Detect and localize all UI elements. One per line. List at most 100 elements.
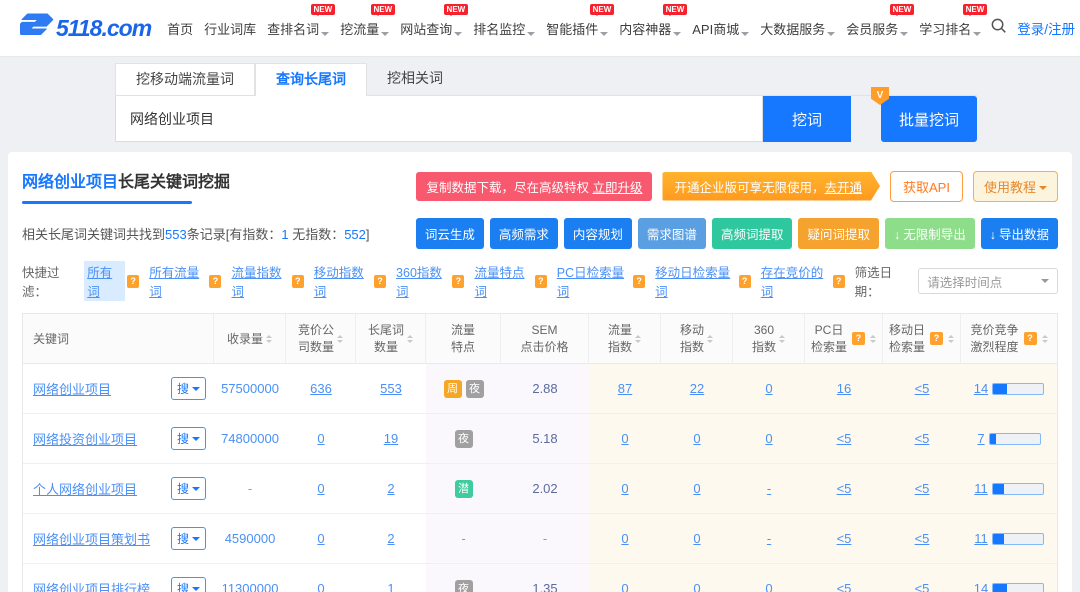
index-360-link[interactable]: 0 [765,381,772,396]
longtail-count-link[interactable]: 553 [380,381,402,396]
nav-item-learn-ranking[interactable]: 学习排名NEW [917,15,983,42]
sort-icon[interactable] [779,332,785,346]
nav-item-api-mall[interactable]: API商城 [690,15,751,42]
pc-daily-link[interactable]: <5 [837,531,852,546]
row-search-button[interactable]: 搜 [171,527,206,550]
competition-link[interactable]: 7 [977,431,984,446]
pc-daily-link[interactable]: <5 [837,431,852,446]
flow-index-link[interactable]: 0 [621,531,628,546]
mobile-index-link[interactable]: 0 [693,581,700,592]
unlimited-export-button[interactable]: ↓无限制导出 [885,218,975,249]
competition-link[interactable]: 11 [974,481,988,496]
row-search-button[interactable]: 搜 [171,577,206,592]
help-icon[interactable]: ? [535,275,547,288]
filter-mobile-index-words[interactable]: 移动指数词 [314,262,372,300]
nav-item-bigdata-service[interactable]: 大数据服务 [758,15,837,42]
row-search-button[interactable]: 搜 [171,477,206,500]
batch-dig-button[interactable]: 批量挖词 [881,96,977,142]
tab-dig-related-words[interactable]: 挖相关词 [367,63,463,95]
nav-item-site-query[interactable]: 网站查询NEW [398,15,464,42]
bid-companies-link[interactable]: 636 [310,381,332,396]
bid-companies-link[interactable]: 0 [317,531,324,546]
filter-pc-daily-words[interactable]: PC日检索量词 [557,262,631,300]
help-icon[interactable]: ? [374,275,386,288]
sort-icon[interactable] [948,332,954,346]
index-360-link[interactable]: 0 [765,431,772,446]
mobile-index-link[interactable]: 0 [693,431,700,446]
flow-index-link[interactable]: 0 [621,481,628,496]
export-data-button[interactable]: ↓导出数据 [981,218,1058,249]
pc-daily-link[interactable]: 16 [837,381,851,396]
keyword-link[interactable]: 网络创业项目排行榜 [33,579,150,592]
wordcloud-button[interactable]: 词云生成 [416,218,484,249]
filter-all-words[interactable]: 所有词 [84,261,125,301]
tutorial-button[interactable]: 使用教程 [973,171,1058,202]
mobile-index-link[interactable]: 22 [690,381,704,396]
mobile-index-link[interactable]: 0 [693,531,700,546]
demand-map-button[interactable]: 需求图谱 [638,218,706,249]
flow-index-link[interactable]: 0 [621,581,628,592]
row-search-button[interactable]: 搜 [171,377,206,400]
pc-daily-link[interactable]: <5 [837,581,852,592]
help-icon[interactable]: ? [1024,332,1037,345]
nav-item-membership[interactable]: 会员服务NEW [844,15,910,42]
mobile-daily-link[interactable]: <5 [915,481,930,496]
pc-daily-link[interactable]: <5 [837,481,852,496]
competition-link[interactable]: 11 [974,531,988,546]
longtail-count-link[interactable]: 1 [387,581,394,592]
help-icon[interactable]: ? [209,275,221,288]
login-register-link[interactable]: 登录/注册 [1017,18,1075,38]
nav-item-smart-plugin[interactable]: 智能插件NEW [544,15,610,42]
sort-icon[interactable] [266,332,272,346]
bid-companies-link[interactable]: 0 [317,481,324,496]
sort-icon[interactable] [1042,332,1048,346]
enterprise-open-link[interactable]: 去开通 [825,181,863,195]
flow-index-link[interactable]: 0 [621,431,628,446]
flow-index-link[interactable]: 87 [618,381,632,396]
help-icon[interactable]: ? [852,332,865,345]
logo[interactable]: 5118.com [20,13,151,43]
competition-link[interactable]: 14 [974,581,988,592]
mobile-daily-link[interactable]: <5 [915,431,930,446]
keyword-input[interactable] [115,96,763,142]
nav-item-content-tool[interactable]: 内容神器NEW [617,15,683,42]
date-select[interactable]: 请选择时间点 [918,268,1058,294]
keyword-link[interactable]: 网络投资创业项目 [33,429,137,448]
high-freq-extract-button[interactable]: 高频词提取 [712,218,793,249]
help-icon[interactable]: ? [930,332,943,345]
keyword-link[interactable]: 个人网络创业项目 [33,479,137,498]
nav-item-home[interactable]: 首页 [165,15,195,42]
nav-item-rank-monitor[interactable]: 排名监控 [471,15,537,42]
nav-item-dig-traffic[interactable]: 挖流量NEW [338,15,391,42]
longtail-count-link[interactable]: 19 [384,431,398,446]
bid-companies-link[interactable]: 0 [317,581,324,592]
high-freq-demand-button[interactable]: 高频需求 [490,218,558,249]
help-icon[interactable]: ? [127,275,139,288]
filter-360-index-words[interactable]: 360指数词 [396,262,450,300]
help-icon[interactable]: ? [633,275,645,288]
help-icon[interactable]: ? [452,275,464,288]
help-icon[interactable]: ? [292,275,304,288]
competition-link[interactable]: 14 [974,381,988,396]
question-extract-button[interactable]: 疑问词提取 [798,218,879,249]
tab-dig-mobile-traffic-words[interactable]: 挖移动端流量词 [115,63,255,95]
filter-flow-index-words[interactable]: 流量指数词 [231,262,289,300]
keyword-link[interactable]: 网络创业项目 [33,379,111,398]
row-search-button[interactable]: 搜 [171,427,206,450]
enterprise-banner[interactable]: 开通企业版可享无限使用，去开通 [662,172,880,201]
nav-item-rank-words[interactable]: 查排名词NEW [265,15,331,42]
nav-item-industry-lexicon[interactable]: 行业词库 [202,15,258,42]
get-api-button[interactable]: 获取API [890,171,963,202]
sort-icon[interactable] [870,332,876,346]
index-360-link[interactable]: - [767,481,771,496]
upgrade-banner[interactable]: 复制数据下载，尽在高级特权 立即升级 [416,172,652,201]
search-icon[interactable] [990,17,1007,39]
upgrade-link[interactable]: 立即升级 [592,181,642,195]
help-icon[interactable]: ? [739,275,751,288]
mobile-index-link[interactable]: 0 [693,481,700,496]
bid-companies-link[interactable]: 0 [317,431,324,446]
longtail-count-link[interactable]: 2 [387,531,394,546]
index-360-link[interactable]: - [767,531,771,546]
index-360-link[interactable]: 0 [765,581,772,592]
longtail-count-link[interactable]: 2 [387,481,394,496]
